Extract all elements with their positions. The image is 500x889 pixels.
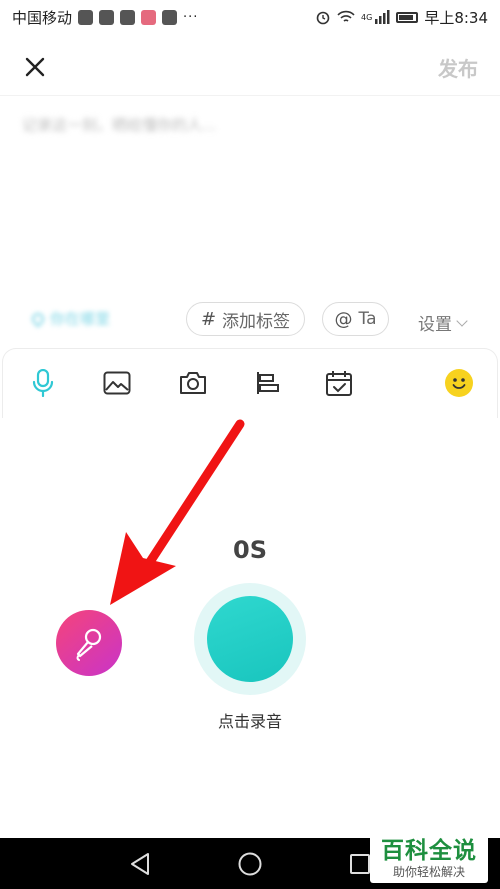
media-toolbar — [2, 348, 498, 418]
image-tool-button[interactable] — [101, 367, 133, 399]
home-button[interactable] — [237, 851, 263, 877]
home-circle-icon — [238, 852, 262, 876]
back-triangle-icon — [131, 853, 149, 875]
align-icon — [257, 372, 279, 394]
header: 发布 — [0, 40, 500, 94]
notification-icon — [120, 9, 136, 25]
microphone-icon — [32, 369, 54, 397]
settings-label: 设置 — [418, 315, 452, 335]
voice-effect-button[interactable] — [56, 610, 122, 676]
back-button[interactable] — [127, 851, 153, 877]
record-button[interactable] — [194, 583, 306, 695]
align-tool-button[interactable] — [252, 367, 284, 399]
recents-square-icon — [350, 854, 370, 874]
post-text-input[interactable]: 记录这一刻，晒给懂你的人... — [22, 114, 216, 135]
location-label: 你在哪里 — [50, 310, 111, 328]
record-label: 点击录音 — [217, 712, 282, 731]
chevron-down-icon — [456, 314, 468, 327]
wifi-icon — [337, 10, 355, 22]
settings-button[interactable]: 设置 — [418, 310, 468, 335]
notification-icon — [162, 9, 178, 25]
add-tag-button[interactable]: # 添加标签 — [186, 302, 305, 336]
watermark-subtitle: 助你轻松解决 — [392, 865, 465, 879]
location-button[interactable]: 你在哪里 — [29, 308, 111, 329]
add-tag-label: 添加标签 — [222, 311, 291, 332]
voice-recorder-panel: 0S 点击录音 — [0, 420, 500, 838]
alarm-icon — [316, 11, 330, 25]
carrier-label: 中国移动 — [12, 8, 73, 27]
record-button-core[interactable] — [207, 596, 293, 682]
clock: 早上8:34 — [424, 8, 488, 27]
notification-icon — [141, 9, 157, 25]
emoji-icon — [445, 369, 473, 397]
camera-tool-button[interactable] — [177, 367, 209, 399]
signal-icon — [375, 10, 390, 24]
hash-icon: # — [200, 308, 217, 330]
emoji-tool-button[interactable] — [443, 367, 475, 399]
close-button[interactable] — [22, 54, 48, 80]
calendar-check-icon — [326, 371, 352, 396]
recording-timer: 0S — [233, 536, 267, 564]
publish-button[interactable]: 发布 — [438, 53, 478, 82]
watermark-title: 百科全说 — [381, 838, 477, 864]
more-notifications: ··· — [183, 9, 199, 25]
status-bar: 中国移动 ··· 4G 早上8:34 — [0, 0, 500, 34]
watermark-logo: 百科全说 助你轻松解决 — [370, 829, 488, 883]
notification-icon — [78, 9, 94, 25]
network-type: 4G — [361, 12, 373, 22]
image-icon — [103, 371, 131, 395]
voice-tool-button[interactable] — [27, 367, 59, 399]
notification-icon — [99, 9, 115, 25]
battery-icon — [396, 11, 419, 23]
at-icon: @ — [334, 308, 353, 330]
calendar-tool-button[interactable] — [323, 367, 355, 399]
divider — [0, 95, 500, 96]
karaoke-microphone-icon — [76, 628, 102, 661]
camera-icon — [180, 372, 206, 394]
close-icon — [25, 57, 45, 77]
mention-label: Ta — [358, 309, 377, 329]
mention-button[interactable]: @ Ta — [322, 302, 389, 336]
location-pin-icon — [29, 310, 47, 327]
tag-row: 你在哪里 # 添加标签 @ Ta 设置 — [0, 300, 500, 340]
